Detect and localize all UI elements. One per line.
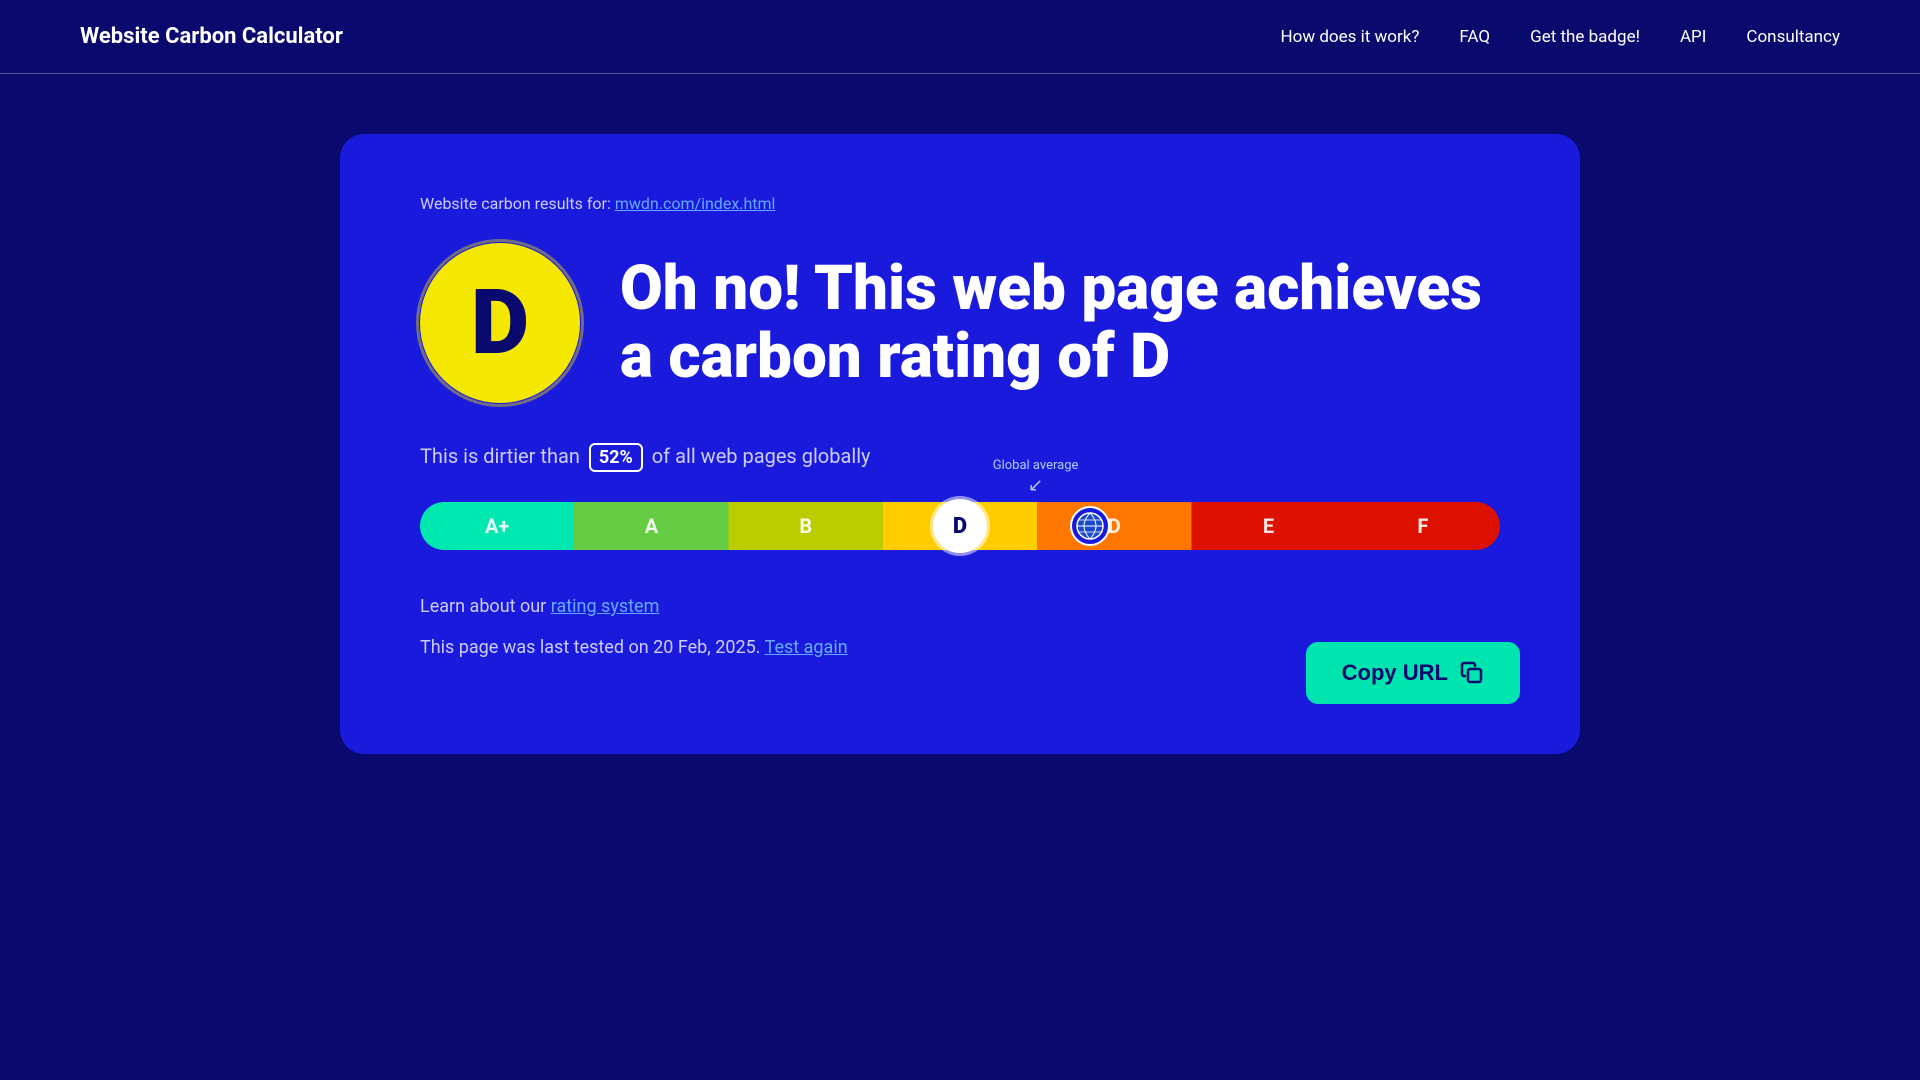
header: Website Carbon Calculator How does it wo… — [0, 0, 1920, 74]
rating-system-link[interactable]: rating system — [551, 596, 660, 617]
bar-seg-b: B — [729, 502, 883, 550]
percentage-badge: 52% — [589, 443, 643, 472]
bar-seg-e: E — [1191, 502, 1345, 550]
bar-seg-f: F — [1346, 502, 1500, 550]
copy-url-button[interactable]: Copy URL — [1306, 642, 1520, 704]
copy-url-label: Copy URL — [1342, 660, 1448, 686]
main-nav: How does it work? FAQ Get the badge! API… — [1281, 27, 1840, 47]
nav-faq[interactable]: FAQ — [1459, 27, 1490, 47]
rating-bar-container: Global average ↙ A+ A B C D E F D — [420, 496, 1500, 556]
main-content: Website carbon results for: mwdn.com/ind… — [0, 74, 1920, 814]
dirty-text: This is dirtier than 52% of all web page… — [420, 443, 1500, 472]
globe-icon — [1076, 512, 1104, 540]
bar-seg-aplus: A+ — [420, 502, 574, 550]
global-average-arrow: ↙ — [1028, 475, 1043, 496]
bar-seg-a: A — [574, 502, 728, 550]
result-heading: Oh no! This web page achieves a carbon r… — [620, 255, 1500, 391]
result-url-link[interactable]: mwdn.com/index.html — [615, 194, 776, 213]
grade-circle: D — [420, 243, 580, 403]
grade-letter: D — [471, 278, 529, 368]
result-top: D Oh no! This web page achieves a carbon… — [420, 243, 1500, 403]
nav-api[interactable]: API — [1680, 27, 1706, 47]
rating-bar-wrapper: A+ A B C D E F D — [420, 496, 1500, 556]
nav-consultancy[interactable]: Consultancy — [1746, 27, 1840, 47]
result-url: Website carbon results for: mwdn.com/ind… — [420, 194, 1500, 213]
site-title: Website Carbon Calculator — [80, 24, 343, 49]
result-card: Website carbon results for: mwdn.com/ind… — [340, 134, 1580, 754]
bar-seg-d: D — [1037, 502, 1191, 550]
learn-text: Learn about our rating system — [420, 596, 1500, 617]
global-average-annotation: Global average ↙ — [993, 458, 1079, 496]
d-rating-marker: D — [933, 499, 987, 553]
nav-how-it-works[interactable]: How does it work? — [1281, 27, 1420, 47]
nav-badge[interactable]: Get the badge! — [1530, 27, 1640, 47]
global-average-label: Global average — [993, 458, 1079, 473]
copy-icon — [1460, 661, 1484, 685]
global-average-marker — [1070, 506, 1110, 546]
test-again-link[interactable]: Test again — [765, 637, 848, 658]
